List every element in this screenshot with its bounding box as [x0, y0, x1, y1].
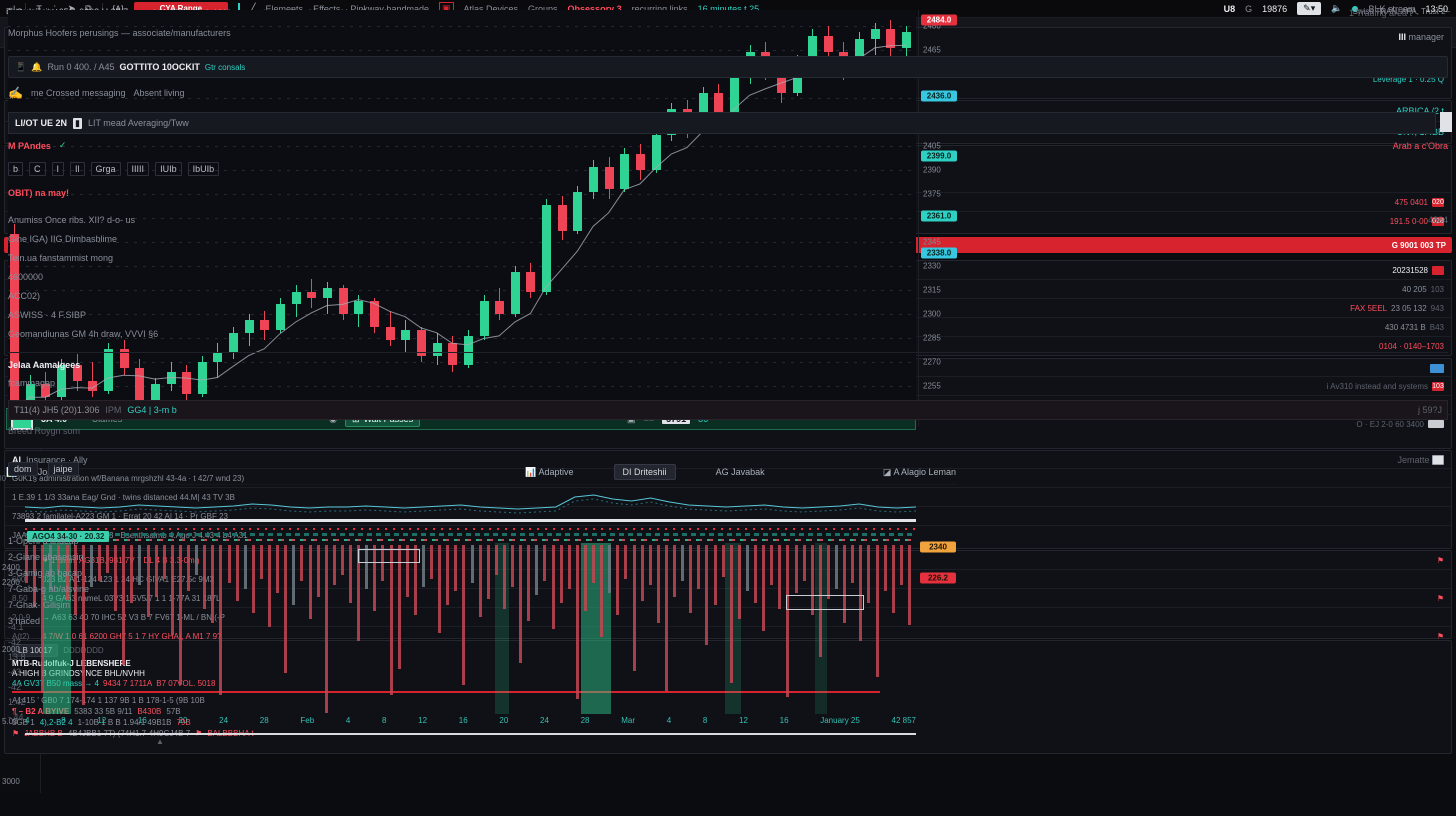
- delta-number: -42: [8, 637, 1448, 652]
- signature-icon: ✍: [8, 86, 23, 100]
- section-rest: LIT mead Averaging/Tww: [88, 118, 189, 128]
- trading-terminal: «| Ŧ ∴ ➤ ⧉ [A] CYA Range ╱ Elements Effe…: [0, 0, 1456, 816]
- ticket-row[interactable]: T11(4) JH5 (20)1.306 IPM GG4 | 3-m b j 5…: [8, 400, 1448, 420]
- delta-number: -.44: [8, 712, 1448, 727]
- indicator-y-label: 3000: [2, 777, 20, 786]
- section-icon: ▮: [73, 118, 82, 129]
- phone-icon: 📱: [15, 62, 26, 73]
- strategy-item[interactable]: 7-Ghak- Gilişim: [8, 600, 1448, 616]
- strategy-item-list: 1-Openi a lindcap2-Giane abasensin3-Gami…: [8, 536, 1448, 632]
- pandes-value: Arab a c'Obra: [1393, 141, 1448, 151]
- ticket-teal: GG4 | 3-m b: [127, 405, 176, 415]
- summary-row: ACC02): [8, 286, 1448, 305]
- ticket-value: j 59?J: [1418, 405, 1442, 415]
- delta-number: -43: [8, 667, 1448, 682]
- format-button[interactable]: IUIb: [155, 162, 182, 176]
- gray-note: Breed Roygn som: [8, 426, 1448, 436]
- section-bar[interactable]: LI/OT UE 2N ▮ LIT mead Averaging/Tww: [8, 112, 1436, 134]
- indicator-line: [25, 487, 916, 517]
- left-panel-stack: Entry velocity · Swiss TRAN, APA, Trust …: [0, 793, 222, 816]
- format-button-row: bCI Il Grga IIIII IUIb IbUIb: [8, 162, 1448, 176]
- strategy-item[interactable]: 7-Gaba-g ab/alsvine: [8, 584, 1448, 600]
- sig-text: me Crossed messaging: [31, 88, 126, 98]
- section2-title: Jelaa Aamalgees: [8, 360, 1448, 370]
- format-button[interactable]: IIIII: [127, 162, 150, 176]
- delta-number: 1.42: [8, 697, 1448, 712]
- price-badge: 2484.0: [921, 14, 957, 25]
- summary-row: 4600000: [8, 267, 1448, 286]
- input-text: Run 0 400. / A45: [47, 62, 114, 72]
- cursor-caret: ▲: [156, 737, 164, 746]
- summary-row: Geomandiunas GM 4h draw, VVVI §6: [8, 324, 1448, 343]
- summary-row: Tein.ua fanstammist mong: [8, 248, 1448, 267]
- threshold-line: [25, 519, 916, 522]
- format-button[interactable]: C: [29, 162, 46, 176]
- section-bold: LI/OT UE 2N: [15, 118, 67, 128]
- chip-dom[interactable]: dom: [8, 462, 38, 476]
- summary-list: Anumiss Once ribs. XII? d-o- us4884Gine …: [8, 210, 1448, 343]
- red-dotted-line: [25, 528, 916, 530]
- section2-sub: fcammagap: [8, 378, 1448, 388]
- ticket-mid: IPM: [105, 405, 121, 415]
- format-button[interactable]: I: [52, 162, 65, 176]
- delta-number: 13.8: [8, 652, 1448, 667]
- warrants-badge: 020: [1432, 198, 1444, 207]
- sig-text2: Absent living: [134, 88, 185, 98]
- axis-baseline: [25, 733, 916, 735]
- summary-row: Anumiss Once ribs. XII? d-o- us4884: [8, 210, 1448, 229]
- price-badge: 2399.0: [921, 150, 957, 161]
- delta-number: -4.1: [8, 622, 1448, 637]
- divider: [8, 352, 1448, 353]
- right-search-input[interactable]: 📱 🔔 Run 0 400. / A45 GOTTITO 10OCKIT Gtr…: [8, 56, 1448, 78]
- delta-number: -42: [8, 682, 1448, 697]
- right-header: Morphus Hoofers perusings — associate/ma…: [8, 28, 1448, 39]
- strategy-item[interactable]: 2-Giane abasensin: [8, 552, 1448, 568]
- red-heading: OBIT) na may!: [8, 188, 1448, 198]
- flag-icon: ⚑: [12, 729, 19, 738]
- area-label[interactable]: 1 Trading area t: [1349, 8, 1412, 18]
- delta-number-list: -4.1-4213.8-43-421.42-.44: [8, 622, 1448, 727]
- signature-row: ✍ me Crossed messaging Absent living: [8, 86, 1448, 100]
- price-tick: 2465: [923, 46, 941, 55]
- format-button[interactable]: Il: [70, 162, 85, 176]
- input-bold: GOTTITO 10OCKIT: [120, 62, 200, 72]
- warrants-value: 475 0401: [1395, 198, 1428, 207]
- corner-handle[interactable]: [1440, 112, 1452, 132]
- pandes-row[interactable]: M PAndes ✓ Arab a c'Obra: [8, 140, 1448, 151]
- strategy-item[interactable]: 1-Openi a lindcap: [8, 536, 1448, 552]
- input-teal: Gtr consals: [205, 63, 245, 72]
- format-button[interactable]: IbUIb: [188, 162, 220, 176]
- bell-icon: 🔔: [31, 62, 42, 73]
- chip-jaipe[interactable]: jaipe: [48, 462, 79, 476]
- format-button[interactable]: b: [8, 162, 23, 176]
- check-icon: ✓: [59, 140, 67, 151]
- format-button[interactable]: Grga: [91, 162, 121, 176]
- summary-row: Gine IGA) IIG Dimbasblime: [8, 229, 1448, 248]
- summary-row: ASWISS · 4 F.SIBP: [8, 305, 1448, 324]
- neg-label: -500: [0, 474, 6, 483]
- strategy-item[interactable]: 3-Gamig ab bacap: [8, 568, 1448, 584]
- ticket-id: T11(4) JH5 (20)1.306: [14, 405, 99, 415]
- pandes-label: M PAndes: [8, 141, 51, 151]
- chip-pair-row: dom jaipe: [8, 462, 1448, 476]
